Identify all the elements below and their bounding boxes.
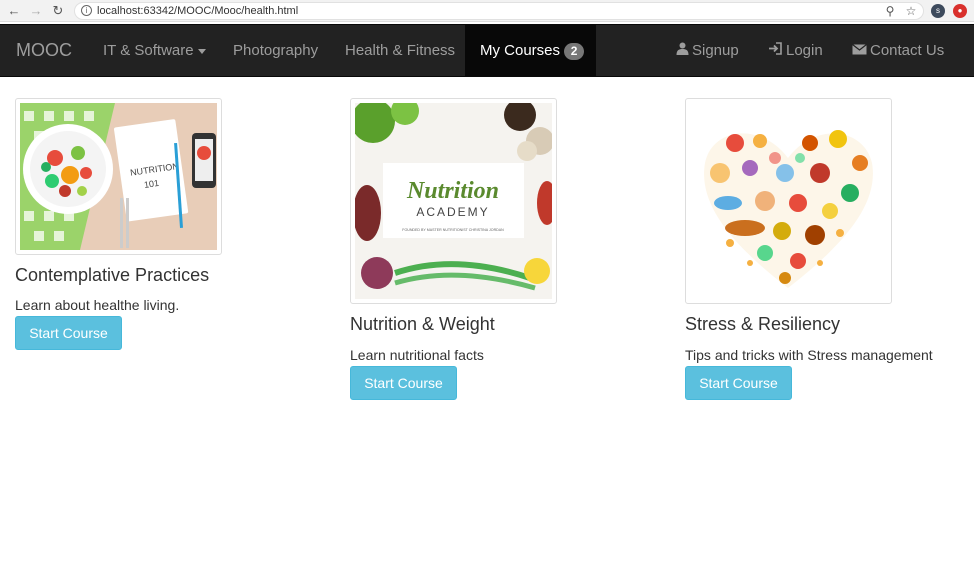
nav-item-contact-us[interactable]: Contact Us [852,25,944,76]
course-description: Tips and tricks with Stress management [685,347,933,363]
nutrition-academy-image: Nutrition ACADEMY FOUNDED BY MASTER NUTR… [355,103,552,299]
course-description: Learn about healthe living. [15,297,180,313]
address-bar[interactable]: i localhost:63342/MOOC/Mooc/health.html [74,2,924,20]
course-title: Contemplative Practices [15,265,210,285]
course-title: Nutrition & Weight [350,314,495,334]
zoom-icon[interactable]: ⚲ [882,3,898,19]
course-thumbnail [685,98,892,304]
extension-icon[interactable]: ● [953,4,967,18]
svg-text:101: 101 [143,178,159,190]
food-heart-image [690,103,887,299]
nav-item-photography[interactable]: Photography [233,25,318,76]
course-card: NUTRITION 101 Contemplative Practices Le… [15,98,315,358]
main-navbar: MOOC IT & Software Photography Health & … [0,24,974,77]
info-icon[interactable]: i [81,5,92,16]
image-title-text: Nutrition [406,178,499,204]
nav-item-label: Health & Fitness [345,42,456,59]
nutrition-101-image: NUTRITION 101 [20,103,217,250]
course-card: Nutrition ACADEMY FOUNDED BY MASTER NUTR… [350,98,650,408]
course-count-badge: 2 [564,42,585,60]
image-tagline-text: FOUNDED BY MASTER NUTRITIONIST CHRISTINA… [402,228,504,232]
nav-item-label: IT & Software [103,42,194,59]
start-course-button[interactable]: Start Course [15,316,122,350]
nav-item-label: My Courses [480,42,561,59]
reload-icon[interactable]: ↻ [50,3,66,19]
back-arrow-icon[interactable]: ← [6,3,22,19]
profile-avatar-icon[interactable]: s [931,4,945,18]
url-text: localhost:63342/MOOC/Mooc/health.html [97,5,299,17]
course-title: Stress & Resiliency [685,314,841,334]
user-icon [676,25,689,76]
course-card: Stress & Resiliency Tips and tricks with… [685,98,974,408]
nav-item-login[interactable]: Login [768,25,823,76]
start-course-button[interactable]: Start Course [685,366,792,400]
course-thumbnail: Nutrition ACADEMY FOUNDED BY MASTER NUTR… [350,98,557,304]
bookmark-star-icon[interactable]: ☆ [903,3,919,19]
brand-logo[interactable]: MOOC [16,25,72,76]
course-description: Learn nutritional facts [350,347,484,363]
nav-item-label: Signup [692,42,739,59]
login-icon [768,25,783,76]
envelope-icon [852,25,867,76]
nav-item-label: Photography [233,42,319,59]
nav-item-health-fitness[interactable]: Health & Fitness [345,25,455,76]
nav-item-label: Login [786,42,823,59]
browser-toolbar: ← → ↻ i localhost:63342/MOOC/Mooc/health… [0,0,974,22]
image-subtitle-text: ACADEMY [416,205,489,219]
course-thumbnail: NUTRITION 101 [15,98,222,255]
nav-item-my-courses[interactable]: My Courses 2 [465,25,596,76]
nav-item-signup[interactable]: Signup [676,25,739,76]
nav-item-label: Contact Us [870,42,945,59]
start-course-button[interactable]: Start Course [350,366,457,400]
nav-item-it-software[interactable]: IT & Software [103,25,206,76]
caret-down-icon [197,48,206,54]
forward-arrow-icon[interactable]: → [28,3,44,19]
